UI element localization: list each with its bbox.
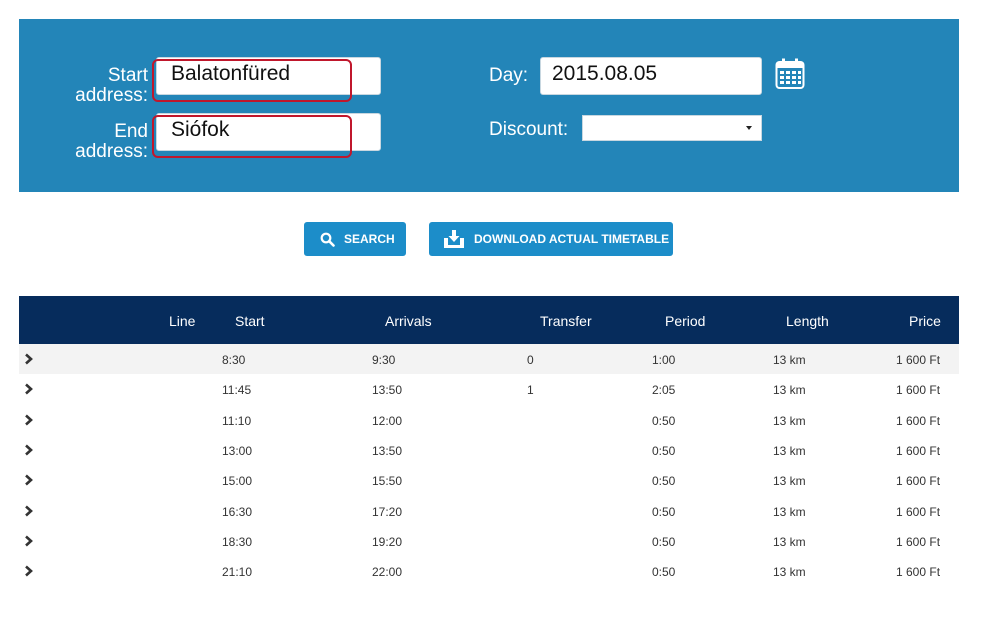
calendar-icon[interactable]: [775, 58, 805, 90]
table-row[interactable]: 21:10 22:00 0:50 13 km 1 600 Ft: [19, 556, 959, 586]
cell-price: 1 600 Ft: [896, 353, 941, 367]
cell-length: 13 km: [773, 474, 806, 489]
end-address-highlight: [152, 115, 352, 158]
cell-price: 1 600 Ft: [896, 413, 941, 428]
cell-arrival: 17:20: [372, 504, 403, 519]
day-label: Day:: [489, 65, 529, 86]
start-address-highlight: [152, 59, 352, 102]
cell-start: 16:30: [222, 504, 253, 519]
table-row[interactable]: 16:30 17:20 0:50 13 km 1 600 Ft: [19, 496, 959, 526]
col-header-arrivals: Arrivals: [385, 313, 432, 329]
cell-arrival: 12:00: [372, 413, 403, 428]
download-button-label: DOWNLOAD ACTUAL TIMETABLE: [474, 232, 670, 246]
search-form-panel: [19, 19, 959, 192]
cell-start: 21:10: [222, 565, 253, 580]
chevron-right-icon[interactable]: [24, 565, 34, 577]
chevron-right-icon[interactable]: [24, 474, 34, 486]
cell-period: 0:50: [652, 504, 676, 519]
cell-length: 13 km: [773, 353, 806, 367]
col-header-period: Period: [665, 313, 706, 329]
search-icon: [320, 232, 335, 247]
cell-period: 0:50: [652, 534, 676, 549]
chevron-right-icon[interactable]: [24, 535, 34, 547]
cell-price: 1 600 Ft: [896, 383, 941, 398]
day-input[interactable]: 2015.08.05: [540, 57, 762, 95]
table-row[interactable]: 8:30 9:30 0 1:00 13 km 1 600 Ft: [19, 344, 959, 374]
chevron-right-icon[interactable]: [24, 353, 34, 365]
cell-length: 13 km: [773, 443, 806, 458]
cell-arrival: 15:50: [372, 474, 403, 489]
cell-length: 13 km: [773, 413, 806, 428]
discount-label: Discount:: [489, 119, 569, 140]
cell-start: 15:00: [222, 474, 253, 489]
col-header-transfer: Transfer: [540, 313, 592, 329]
cell-arrival: 13:50: [372, 383, 403, 398]
download-timetable-button[interactable]: DOWNLOAD ACTUAL TIMETABLE: [429, 222, 673, 256]
table-row[interactable]: 13:00 13:50 0:50 13 km 1 600 Ft: [19, 435, 959, 465]
cell-period: 0:50: [652, 443, 676, 458]
table-row[interactable]: 15:00 15:50 0:50 13 km 1 600 Ft: [19, 465, 959, 495]
cell-length: 13 km: [773, 565, 806, 580]
chevron-right-icon[interactable]: [24, 414, 34, 426]
cell-arrival: 19:20: [372, 534, 403, 549]
cell-period: 1:00: [652, 353, 676, 367]
cell-price: 1 600 Ft: [896, 504, 941, 519]
cell-start: 11:10: [222, 413, 252, 428]
cell-length: 13 km: [773, 504, 806, 519]
results-table-header: Line Start Arrivals Transfer Period Leng…: [19, 296, 959, 344]
cell-length: 13 km: [773, 383, 806, 398]
end-address-label: End address:: [75, 121, 148, 162]
col-header-start: Start: [235, 313, 265, 329]
cell-length: 13 km: [773, 534, 806, 549]
cell-period: 0:50: [652, 474, 676, 489]
col-header-price: Price: [909, 313, 941, 329]
cell-arrival: 13:50: [372, 443, 403, 458]
search-button[interactable]: SEARCH: [304, 222, 406, 256]
dropdown-arrow-icon: [746, 126, 752, 130]
table-row[interactable]: 11:10 12:00 0:50 13 km 1 600 Ft: [19, 405, 959, 435]
cell-start: 18:30: [222, 534, 253, 549]
chevron-right-icon[interactable]: [24, 505, 34, 517]
cell-transfer: 0: [527, 353, 534, 367]
start-address-label: Start address:: [75, 65, 148, 106]
download-icon: [444, 230, 464, 248]
cell-arrival: 22:00: [372, 565, 403, 580]
cell-start: 13:00: [222, 443, 253, 458]
cell-period: 0:50: [652, 565, 676, 580]
cell-start: 11:45: [222, 383, 252, 398]
cell-arrival: 9:30: [372, 353, 396, 367]
cell-price: 1 600 Ft: [896, 443, 941, 458]
cell-start: 8:30: [222, 353, 246, 367]
cell-price: 1 600 Ft: [896, 474, 941, 489]
cell-price: 1 600 Ft: [896, 565, 941, 580]
chevron-right-icon[interactable]: [24, 444, 34, 456]
search-button-label: SEARCH: [344, 232, 395, 246]
cell-period: 2:05: [652, 383, 676, 398]
cell-price: 1 600 Ft: [896, 534, 941, 549]
cell-transfer: 1: [527, 383, 534, 398]
table-row[interactable]: 18:30 19:20 0:50 13 km 1 600 Ft: [19, 526, 959, 556]
table-row[interactable]: 11:45 13:50 1 2:05 13 km 1 600 Ft: [19, 374, 959, 404]
discount-select[interactable]: [582, 115, 762, 141]
cell-period: 0:50: [652, 413, 676, 428]
col-header-length: Length: [786, 313, 829, 329]
col-header-line: Line: [169, 313, 196, 329]
chevron-right-icon[interactable]: [24, 383, 34, 395]
